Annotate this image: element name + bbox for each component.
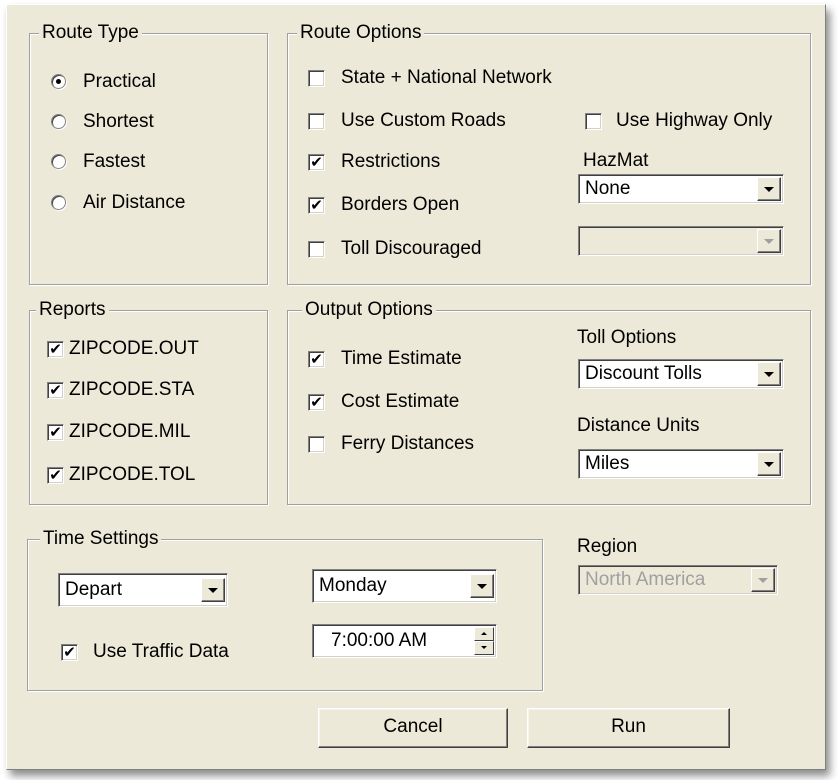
depart-value: Depart [65, 579, 123, 600]
route-options-dialog: Route Type Practical Shortest Fastest Ai… [6, 4, 826, 770]
air-distance-radio-indicator[interactable] [51, 195, 66, 210]
toll-options-label: Toll Options [577, 327, 677, 348]
time-value[interactable]: 7:00:00 AM [331, 630, 427, 652]
cancel-button[interactable]: Cancel [318, 708, 508, 748]
air-distance-label[interactable]: Air Distance [83, 192, 185, 214]
route-options-title: Route Options [297, 21, 425, 45]
region-select: North America [578, 565, 778, 595]
use-highway-only-checkbox[interactable] [585, 113, 602, 130]
distance-units-select[interactable]: Miles [578, 449, 784, 479]
region-label: Region [577, 536, 638, 557]
reports-title: Reports [36, 298, 109, 322]
route-type-title: Route Type [39, 21, 142, 45]
depart-select[interactable]: Depart [58, 573, 228, 607]
time-spinner[interactable]: 7:00:00 AM [312, 624, 497, 658]
cost-estimate-checkbox[interactable]: ✔ [308, 394, 325, 411]
hazmat-select[interactable]: None [578, 174, 784, 204]
zipcode-out-label[interactable]: ZIPCODE.OUT [69, 338, 199, 360]
time-estimate-label[interactable]: Time Estimate [341, 348, 462, 370]
practical-radio-indicator[interactable] [51, 74, 66, 89]
time-settings-title: Time Settings [40, 527, 162, 551]
practical-label[interactable]: Practical [83, 71, 156, 93]
time-settings-group: Time Settings [27, 527, 543, 691]
chevron-down-icon[interactable] [201, 578, 225, 602]
zipcode-sta-label[interactable]: ZIPCODE.STA [69, 379, 194, 401]
hazmat-label: HazMat [583, 150, 649, 171]
restrictions-label[interactable]: Restrictions [341, 151, 440, 173]
restrictions-checkbox[interactable]: ✔ [308, 154, 325, 171]
shortest-label[interactable]: Shortest [83, 111, 154, 133]
cost-estimate-label[interactable]: Cost Estimate [341, 391, 459, 413]
toll-options-value: Discount Tolls [585, 363, 702, 384]
use-custom-roads-checkbox[interactable] [308, 113, 325, 130]
chevron-down-icon [757, 229, 781, 253]
toll-discouraged-checkbox[interactable] [308, 241, 325, 258]
zipcode-sta-checkbox[interactable]: ✔ [47, 382, 64, 399]
chevron-down-icon[interactable] [757, 452, 781, 476]
state-national-network-label[interactable]: State + National Network [341, 67, 552, 89]
zipcode-mil-checkbox[interactable]: ✔ [47, 424, 64, 441]
zipcode-mil-label[interactable]: ZIPCODE.MIL [69, 421, 190, 443]
zipcode-tol-checkbox[interactable]: ✔ [47, 467, 64, 484]
spin-up-icon[interactable] [474, 627, 494, 641]
region-value: North America [585, 569, 706, 590]
day-select[interactable]: Monday [312, 569, 497, 603]
day-value: Monday [319, 575, 387, 596]
use-custom-roads-label[interactable]: Use Custom Roads [341, 110, 506, 132]
borders-open-label[interactable]: Borders Open [341, 194, 459, 216]
run-button[interactable]: Run [527, 708, 730, 748]
chevron-down-icon[interactable] [757, 177, 781, 201]
use-traffic-data-checkbox[interactable]: ✔ [61, 644, 78, 661]
state-national-network-checkbox[interactable] [308, 70, 325, 87]
use-highway-only-label[interactable]: Use Highway Only [616, 110, 772, 132]
zipcode-tol-label[interactable]: ZIPCODE.TOL [69, 464, 195, 486]
borders-open-checkbox[interactable]: ✔ [308, 197, 325, 214]
fastest-label[interactable]: Fastest [83, 151, 145, 173]
chevron-down-icon[interactable] [470, 574, 494, 598]
chevron-down-icon [751, 568, 775, 592]
zipcode-out-checkbox[interactable]: ✔ [47, 341, 64, 358]
time-estimate-checkbox[interactable]: ✔ [308, 351, 325, 368]
hazmat-value: None [585, 178, 631, 199]
use-traffic-data-label[interactable]: Use Traffic Data [93, 641, 229, 663]
output-options-title: Output Options [302, 298, 436, 322]
fastest-radio-indicator[interactable] [51, 154, 66, 169]
secondary-disabled-select [578, 226, 784, 256]
chevron-down-icon[interactable] [757, 362, 781, 386]
spin-down-icon[interactable] [474, 641, 494, 655]
toll-options-select[interactable]: Discount Tolls [578, 359, 784, 389]
ferry-distances-checkbox[interactable] [308, 436, 325, 453]
distance-units-value: Miles [585, 453, 630, 474]
distance-units-label: Distance Units [577, 415, 700, 436]
ferry-distances-label[interactable]: Ferry Distances [341, 433, 474, 455]
toll-discouraged-label[interactable]: Toll Discouraged [341, 238, 481, 260]
shortest-radio-indicator[interactable] [51, 114, 66, 129]
